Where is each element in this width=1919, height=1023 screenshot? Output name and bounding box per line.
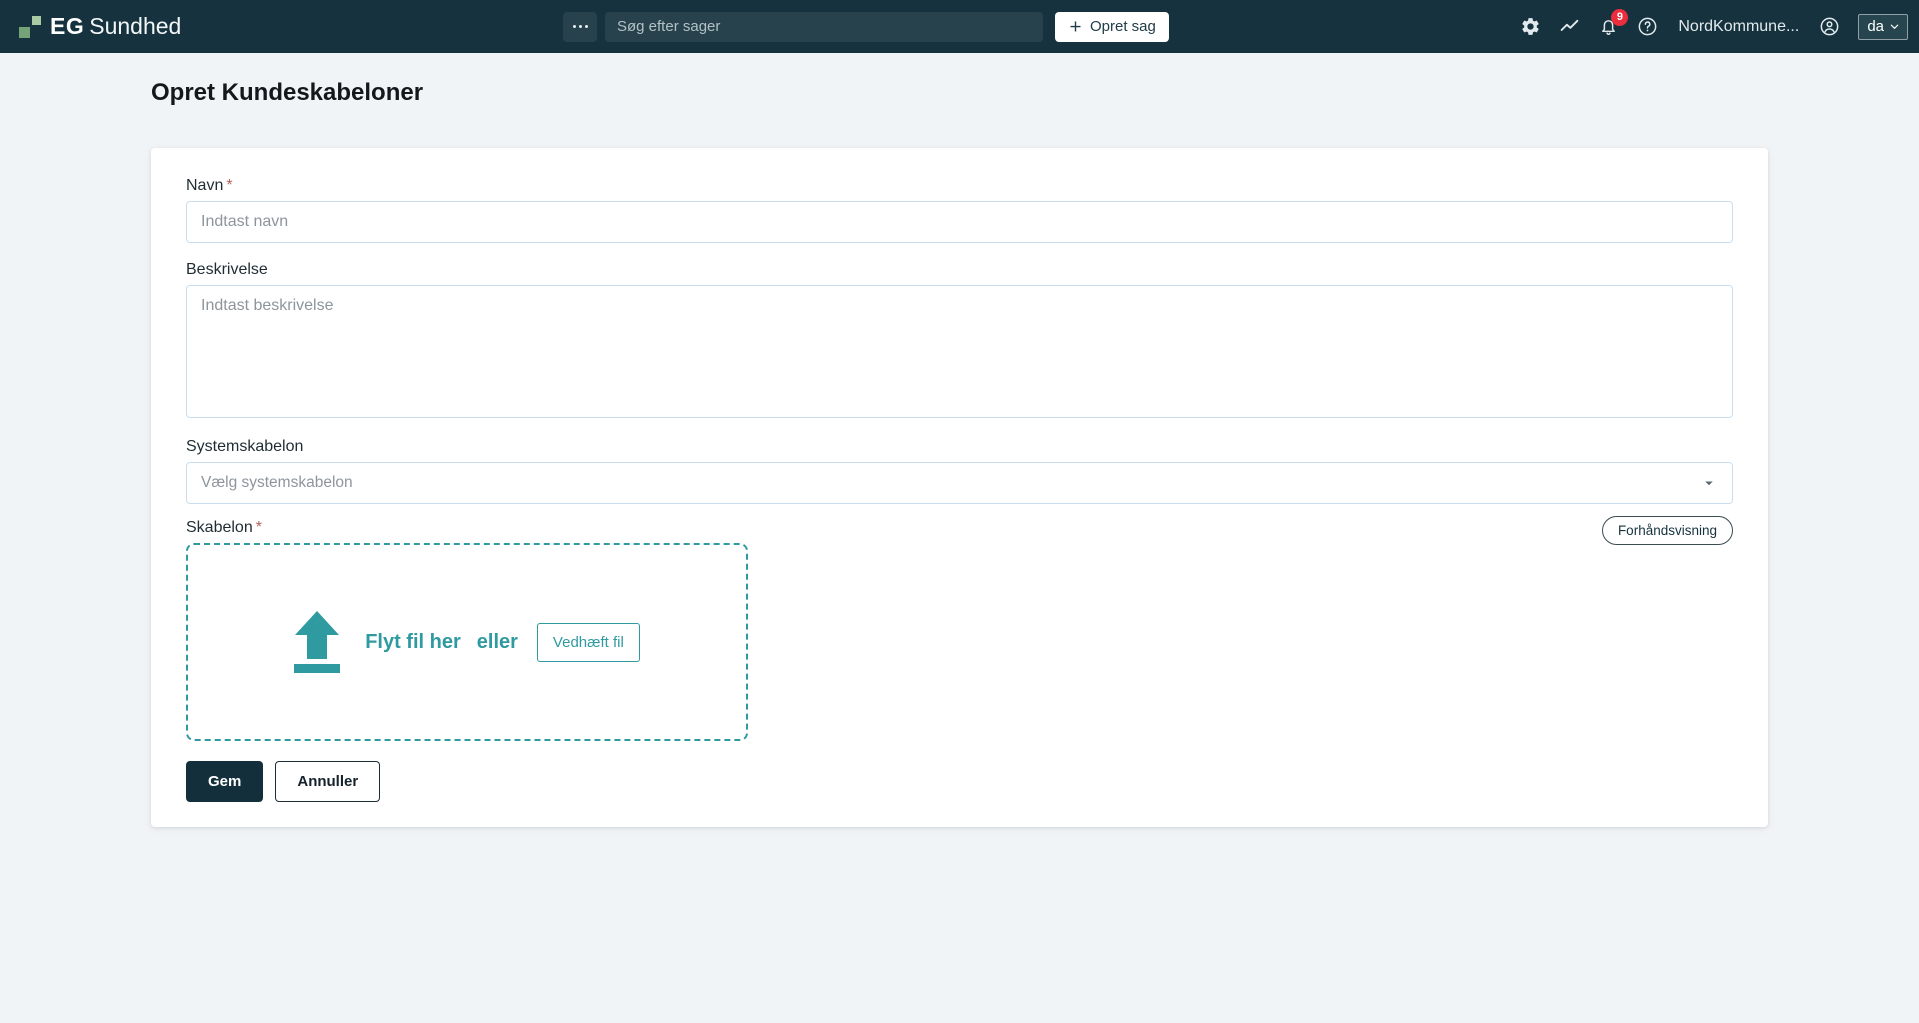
chevron-down-icon — [1889, 21, 1900, 32]
gear-icon[interactable] — [1520, 16, 1541, 37]
required-asterisk: * — [256, 519, 262, 536]
attach-file-button[interactable]: Vedhæft fil — [537, 623, 640, 662]
notifications-button[interactable]: 9 — [1598, 16, 1619, 37]
plus-icon — [1068, 19, 1083, 34]
page-title: Opret Kundeskabeloner — [151, 78, 1768, 107]
drop-file-label: Flyt fil her — [365, 631, 461, 654]
more-menu-button[interactable] — [563, 12, 597, 42]
create-template-form-card: Navn* Beskrivelse Systemskabelon Vælg sy… — [151, 148, 1768, 827]
required-asterisk: * — [226, 177, 232, 194]
main-content: Opret Kundeskabeloner Navn* Beskrivelse … — [151, 78, 1768, 827]
header-right: 9 NordKommune... da — [1520, 0, 1908, 53]
eg-logo-icon — [19, 16, 41, 38]
name-label: Navn* — [186, 177, 1733, 195]
brand-logo: EGSundhed — [19, 0, 181, 53]
app-header: EGSundhed Opret sag 9 — [0, 0, 1919, 53]
organization-name[interactable]: NordKommune... — [1678, 18, 1799, 36]
user-icon[interactable] — [1819, 16, 1840, 37]
cancel-button[interactable]: Annuller — [275, 761, 380, 802]
or-label: eller — [477, 631, 518, 654]
description-label: Beskrivelse — [186, 261, 1733, 279]
save-button[interactable]: Gem — [186, 761, 263, 802]
upload-icon — [294, 611, 340, 673]
language-selector[interactable]: da — [1858, 14, 1908, 40]
select-placeholder: Vælg systemskabelon — [201, 474, 353, 492]
description-field-group: Beskrivelse — [186, 261, 1733, 418]
form-actions: Gem Annuller — [186, 761, 1733, 802]
description-textarea[interactable] — [186, 285, 1733, 418]
system-template-field-group: Systemskabelon Vælg systemskabelon — [186, 438, 1733, 504]
brand-name: Sundhed — [89, 13, 181, 39]
template-label: Skabelon* — [186, 519, 1733, 537]
system-template-select[interactable]: Vælg systemskabelon — [186, 462, 1733, 504]
help-icon[interactable] — [1637, 16, 1658, 37]
name-input[interactable] — [186, 201, 1733, 243]
search-input[interactable] — [605, 12, 1043, 42]
activity-trend-icon[interactable] — [1559, 16, 1580, 37]
brand-bold: EG — [50, 13, 84, 39]
name-field-group: Navn* — [186, 177, 1733, 243]
header-center: Opret sag — [563, 0, 1169, 53]
preview-button[interactable]: Forhåndsvisning — [1602, 516, 1733, 545]
notification-badge: 9 — [1611, 9, 1628, 26]
file-dropzone[interactable]: Flyt fil her eller Vedhæft fil — [186, 543, 748, 741]
create-case-button[interactable]: Opret sag — [1055, 12, 1169, 42]
system-template-label: Systemskabelon — [186, 438, 1733, 456]
caret-down-icon — [1700, 474, 1718, 492]
template-field-header: Skabelon* Forhåndsvisning — [186, 519, 1733, 537]
ellipsis-icon — [573, 25, 576, 28]
